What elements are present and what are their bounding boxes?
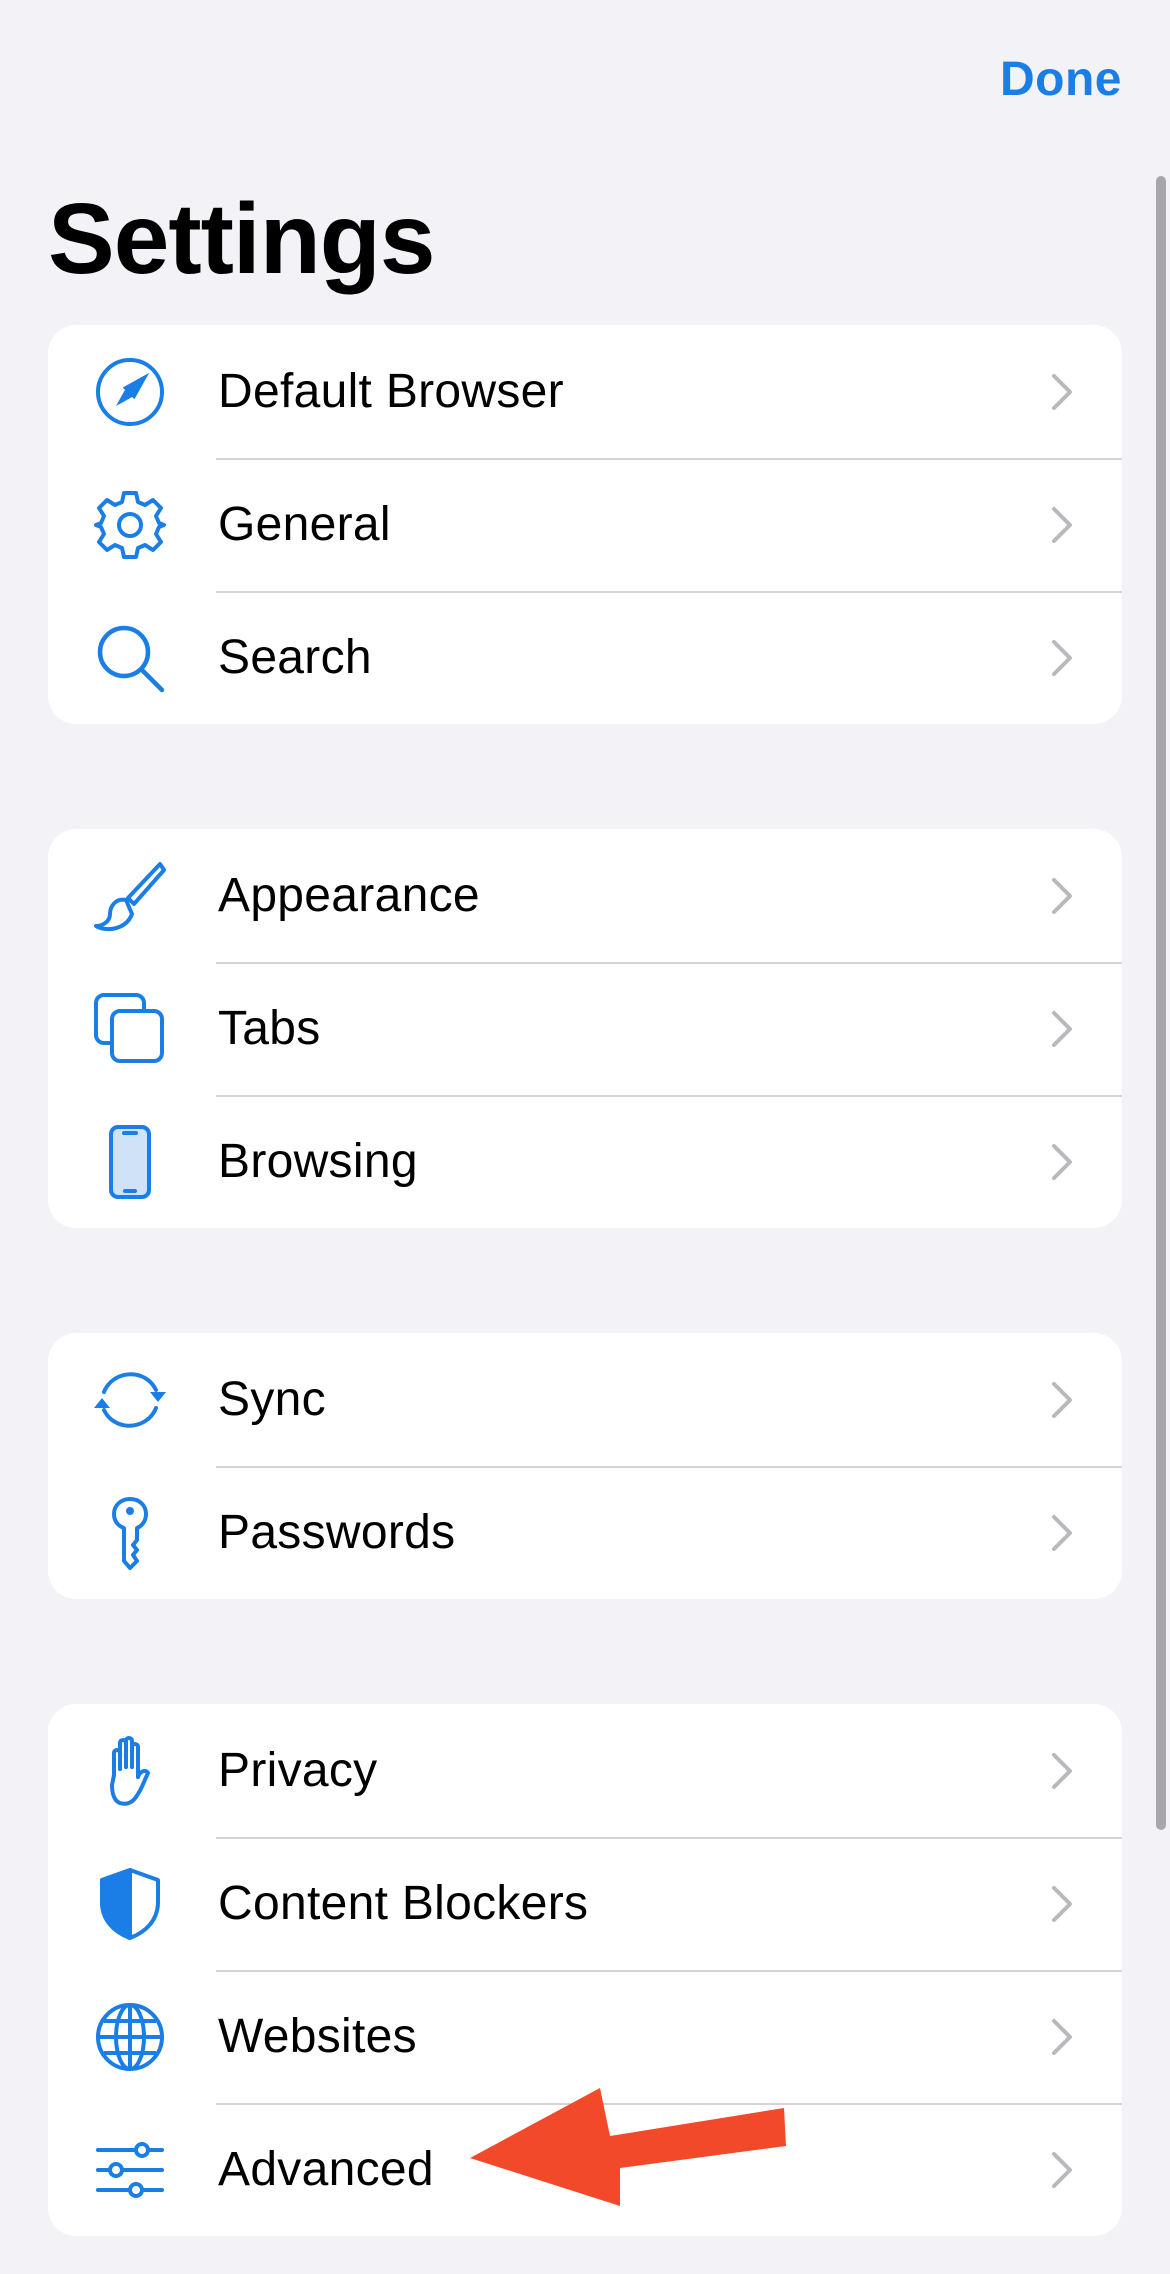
row-label: Content Blockers [218, 1877, 589, 1930]
row-search[interactable]: Search [48, 591, 1122, 724]
row-tabs[interactable]: Tabs [48, 962, 1122, 1095]
settings-group-display: Appearance Tabs Browsing [48, 829, 1122, 1228]
row-passwords[interactable]: Passwords [48, 1466, 1122, 1599]
scrollbar[interactable] [1156, 176, 1166, 1830]
row-label: Browsing [218, 1135, 418, 1188]
row-label: General [218, 498, 391, 551]
globe-icon [88, 1995, 172, 2079]
gear-icon [88, 483, 172, 567]
chevron-right-icon [1050, 1009, 1074, 1049]
sliders-icon [88, 2128, 172, 2212]
compass-icon [88, 350, 172, 434]
row-label: Default Browser [218, 365, 564, 418]
chevron-right-icon [1050, 1884, 1074, 1924]
row-label: Sync [218, 1373, 326, 1426]
row-label: Search [218, 631, 372, 684]
chevron-right-icon [1050, 638, 1074, 678]
row-general[interactable]: General [48, 458, 1122, 591]
chevron-right-icon [1050, 1142, 1074, 1182]
sync-icon [88, 1358, 172, 1442]
tabs-icon [88, 987, 172, 1071]
chevron-right-icon [1050, 1380, 1074, 1420]
page-title: Settings [48, 183, 435, 295]
chevron-right-icon [1050, 1513, 1074, 1553]
annotation-arrow-icon [470, 2088, 786, 2206]
chevron-right-icon [1050, 505, 1074, 545]
row-label: Advanced [218, 2143, 434, 2196]
row-sync[interactable]: Sync [48, 1333, 1122, 1466]
hand-icon [88, 1729, 172, 1813]
key-icon [88, 1491, 172, 1575]
chevron-right-icon [1050, 876, 1074, 916]
row-privacy[interactable]: Privacy [48, 1704, 1122, 1837]
row-label: Appearance [218, 869, 480, 922]
search-icon [88, 616, 172, 700]
paintbrush-icon [88, 854, 172, 938]
row-default-browser[interactable]: Default Browser [48, 325, 1122, 458]
row-appearance[interactable]: Appearance [48, 829, 1122, 962]
settings-group-general: Default Browser General Search [48, 325, 1122, 724]
phone-icon [88, 1120, 172, 1204]
row-label: Tabs [218, 1002, 321, 1055]
row-label: Websites [218, 2010, 417, 2063]
done-button[interactable]: Done [1000, 52, 1122, 107]
chevron-right-icon [1050, 372, 1074, 412]
chevron-right-icon [1050, 1751, 1074, 1791]
row-content-blockers[interactable]: Content Blockers [48, 1837, 1122, 1970]
settings-sheet: Done Settings Default Browser General Se… [0, 0, 1170, 2274]
row-browsing[interactable]: Browsing [48, 1095, 1122, 1228]
shield-icon [88, 1862, 172, 1946]
row-label: Privacy [218, 1744, 378, 1797]
settings-group-sync: Sync Passwords [48, 1333, 1122, 1599]
chevron-right-icon [1050, 2150, 1074, 2190]
chevron-right-icon [1050, 2017, 1074, 2057]
row-label: Passwords [218, 1506, 456, 1559]
